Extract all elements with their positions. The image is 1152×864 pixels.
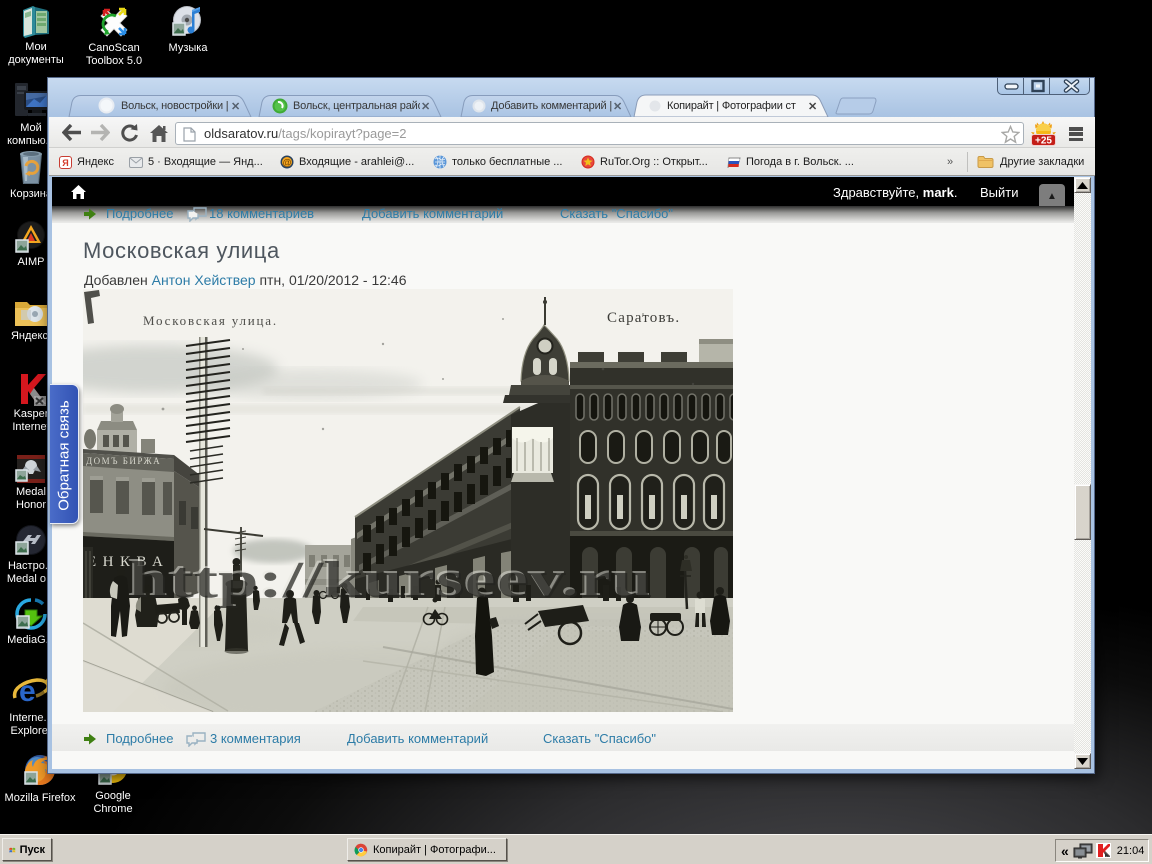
svg-text:Московская улица.: Московская улица. [143,313,278,328]
svg-text:http://kurseev.ru: http://kurseev.ru [129,552,653,609]
svg-text:Я: Я [62,158,68,168]
svg-text:+25: +25 [1035,136,1052,147]
svg-text:ДОМЪ БИРЖА: ДОМЪ БИРЖА [86,456,161,466]
svg-text:Саратовъ.: Саратовъ. [607,310,680,326]
svg-text:@: @ [283,158,292,168]
